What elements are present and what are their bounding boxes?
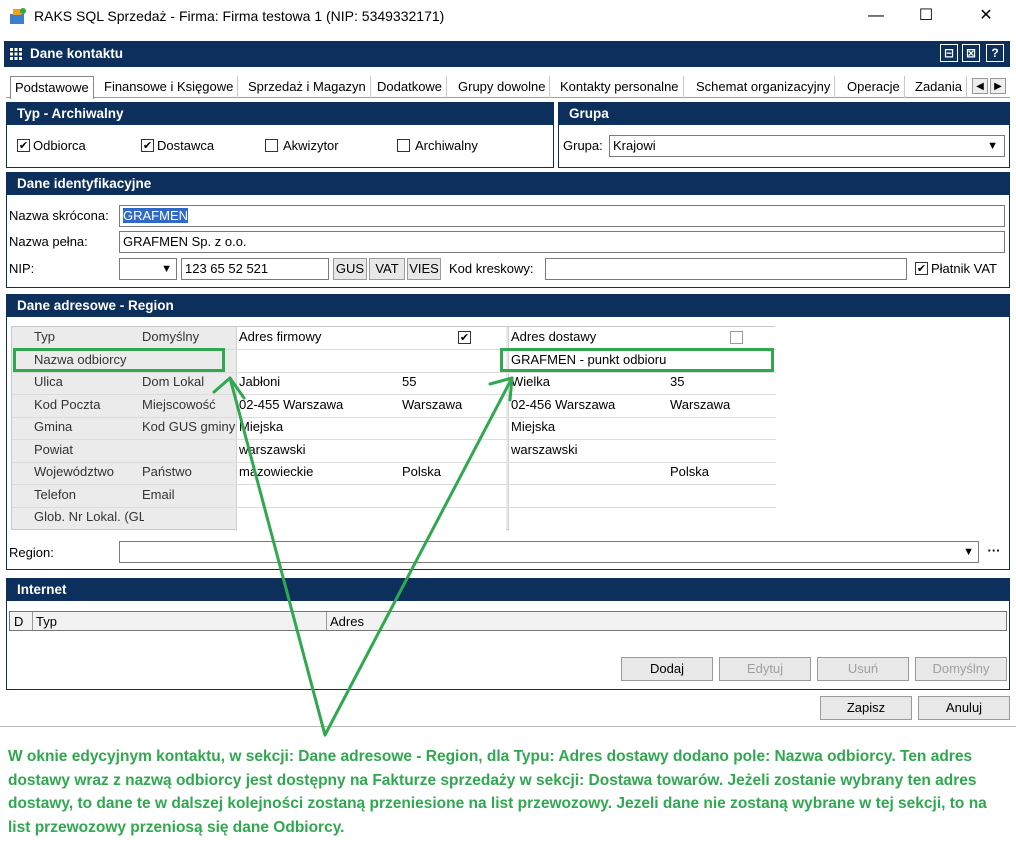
annotation-arrows [212,376,514,737]
annotation-text: W oknie edycyjnym kontaktu, w sekcji: Da… [8,748,987,836]
